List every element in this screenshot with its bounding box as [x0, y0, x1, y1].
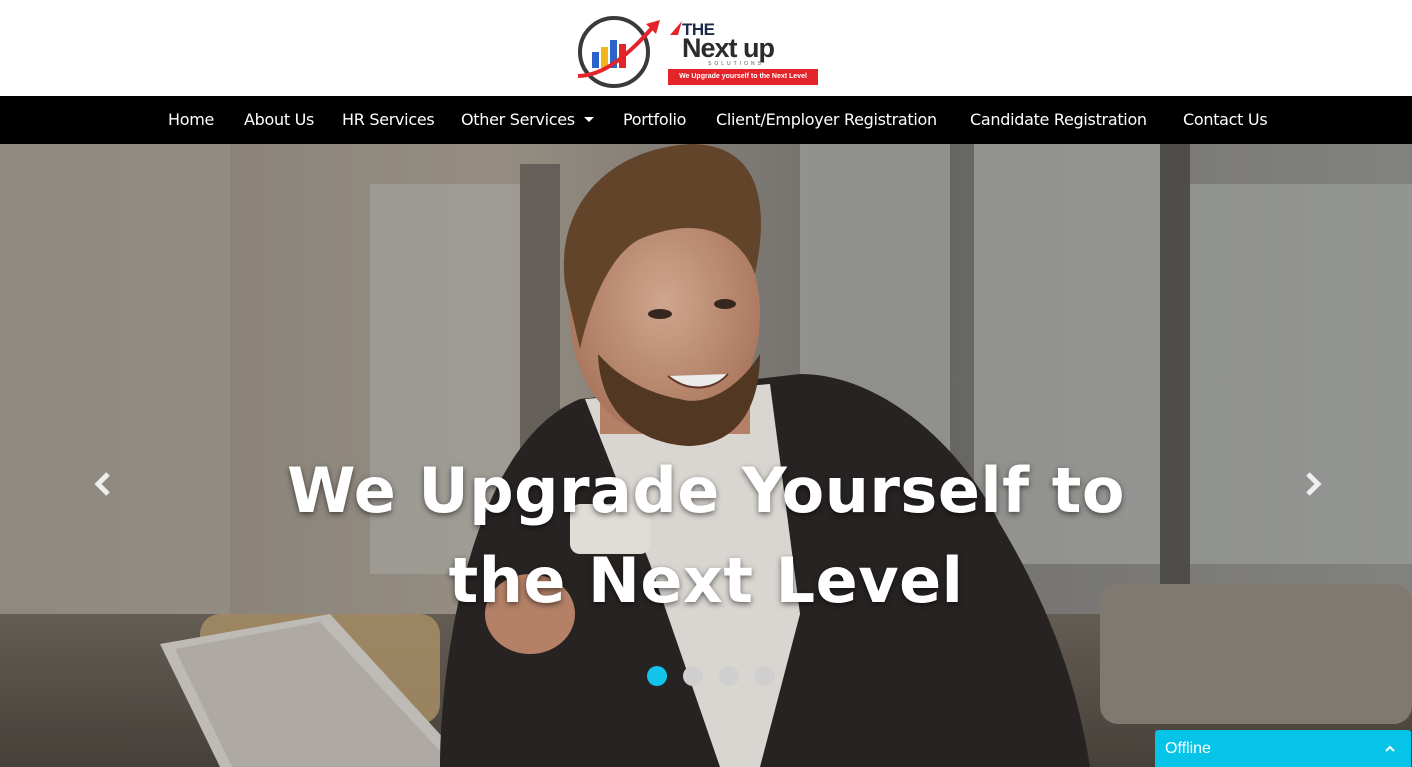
carousel-dot-2[interactable]: [683, 666, 703, 686]
chat-status-label: Offline: [1165, 740, 1211, 757]
hero-title-line-1: We Upgrade Yourself to: [287, 454, 1125, 527]
logo-wordmark: THE Next up SOLUTIONS We Upgrade yoursel…: [666, 12, 822, 90]
hero-carousel: We Upgrade Yourself to the Next Level: [0, 144, 1412, 767]
site-header: THE Next up SOLUTIONS We Upgrade yoursel…: [0, 0, 1412, 96]
caret-down-icon: [583, 117, 594, 122]
carousel-dot-1[interactable]: [647, 666, 667, 686]
rising-bar-chart-arrow-icon: [577, 16, 660, 88]
nav-item-candidate-registration[interactable]: Candidate Registration: [970, 96, 1147, 144]
nav-item-home[interactable]: Home: [168, 96, 214, 144]
site-logo[interactable]: THE Next up SOLUTIONS We Upgrade yoursel…: [574, 12, 822, 90]
carousel-prev-button[interactable]: [84, 464, 124, 504]
chevron-right-icon: [1306, 472, 1322, 496]
hero-title: We Upgrade Yourself to the Next Level: [206, 446, 1206, 626]
logo-tagline: We Upgrade yourself to the Next Level: [668, 69, 818, 85]
carousel-dot-4[interactable]: [755, 666, 775, 686]
logo-nextup-text: Next up: [682, 33, 775, 63]
nav-item-contact-us[interactable]: Contact Us: [1183, 96, 1268, 144]
nav-item-other-services[interactable]: Other Services: [461, 96, 594, 144]
chevron-up-icon: [1385, 745, 1395, 752]
logo-solutions-text: SOLUTIONS: [708, 61, 764, 67]
nav-item-other-services-label: Other Services: [461, 110, 575, 129]
main-nav: Home About Us HR Services Other Services…: [0, 96, 1412, 144]
carousel-dot-3[interactable]: [719, 666, 739, 686]
logo-swoosh-icon: [670, 21, 682, 35]
nav-item-about-us[interactable]: About Us: [244, 96, 314, 144]
hero-title-line-2: the Next Level: [448, 544, 964, 617]
nav-item-client-employer-registration[interactable]: Client/Employer Registration: [716, 96, 937, 144]
carousel-next-button[interactable]: [1292, 464, 1332, 504]
nav-item-hr-services[interactable]: HR Services: [342, 96, 435, 144]
nav-item-portfolio[interactable]: Portfolio: [623, 96, 686, 144]
chevron-left-icon: [94, 472, 110, 496]
carousel-indicators: [647, 666, 787, 686]
chat-widget-tab[interactable]: Offline: [1155, 730, 1411, 767]
